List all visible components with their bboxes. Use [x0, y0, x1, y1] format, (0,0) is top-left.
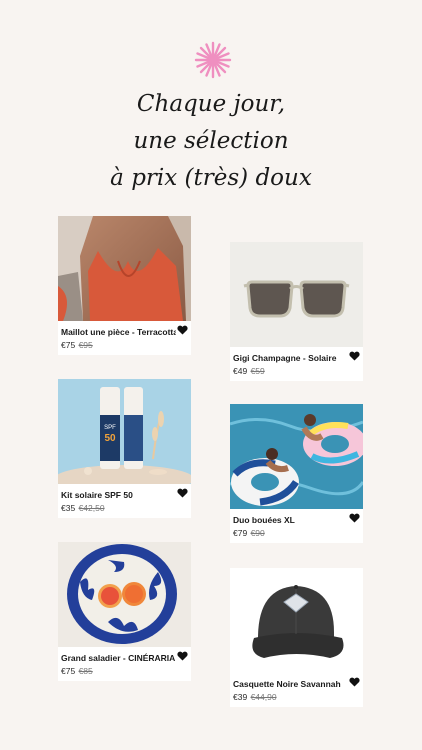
product-price: €79 €90: [233, 527, 360, 539]
current-price: €49: [233, 366, 248, 376]
brand-logo-icon: [193, 40, 233, 80]
current-price: €35: [61, 503, 76, 513]
current-price: €75: [61, 666, 76, 676]
product-info: Gigi Champagne - Solaire €49 €59: [230, 347, 363, 381]
heart-icon[interactable]: [349, 351, 360, 361]
product-card-pool-floats[interactable]: Duo bouées XL €79 €90: [230, 404, 363, 543]
product-info: Kit solaire SPF 50 €35 €42,50: [58, 484, 191, 518]
heart-icon[interactable]: [349, 677, 360, 687]
product-price: €49 €59: [233, 365, 360, 377]
current-price: €75: [61, 340, 76, 350]
product-name[interactable]: Kit solaire SPF 50: [61, 489, 176, 501]
salad-bowl-photo[interactable]: [58, 542, 191, 647]
headline-line-2: une sélection: [133, 128, 289, 154]
bottle-label-spf: SPF: [104, 425, 116, 431]
sunglasses-photo[interactable]: [230, 242, 363, 347]
black-cap-photo[interactable]: [230, 568, 363, 673]
product-card-black-cap[interactable]: Casquette Noire Savannah €39 €44,90: [230, 568, 363, 707]
product-info: Maillot une pièce - Terracotta €75 €95: [58, 321, 191, 355]
product-card-sunscreen[interactable]: SPF 50 Kit solaire SPF 50 €35 €42,50: [58, 379, 191, 518]
headline-line-1: Chaque jour,: [136, 91, 286, 117]
swimsuit-photo[interactable]: [58, 216, 191, 321]
original-price: €42,50: [78, 503, 105, 513]
heart-icon[interactable]: [177, 488, 188, 498]
product-card-swimsuit[interactable]: Maillot une pièce - Terracotta €75 €95: [58, 216, 191, 355]
product-price: €75 €85: [61, 665, 188, 677]
pool-floats-photo[interactable]: [230, 404, 363, 509]
current-price: €79: [233, 528, 248, 538]
product-name[interactable]: Maillot une pièce - Terracotta: [61, 326, 176, 338]
product-name[interactable]: Gigi Champagne - Solaire: [233, 352, 348, 364]
product-name[interactable]: Duo bouées XL: [233, 514, 348, 526]
sunscreen-photo[interactable]: SPF 50: [58, 379, 191, 484]
product-name[interactable]: Casquette Noire Savannah: [233, 678, 348, 690]
original-price: €90: [250, 528, 265, 538]
product-info: Casquette Noire Savannah €39 €44,90: [230, 673, 363, 707]
product-price: €75 €95: [61, 339, 188, 351]
original-price: €85: [78, 666, 93, 676]
page-headline: Chaque jour, une sélection à prix (très)…: [0, 86, 422, 197]
heart-icon[interactable]: [349, 513, 360, 523]
original-price: €59: [250, 366, 265, 376]
product-info: Grand saladier - CINÉRARIA €75 €85: [58, 647, 191, 681]
heart-icon[interactable]: [177, 325, 188, 335]
headline-line-3: à prix (très) doux: [110, 165, 312, 191]
current-price: €39: [233, 692, 248, 702]
product-price: €39 €44,90: [233, 691, 360, 703]
original-price: €95: [78, 340, 93, 350]
product-price: €35 €42,50: [61, 502, 188, 514]
product-card-salad-bowl[interactable]: Grand saladier - CINÉRARIA €75 €85: [58, 542, 191, 681]
original-price: €44,90: [250, 692, 277, 702]
product-name[interactable]: Grand saladier - CINÉRARIA: [61, 652, 176, 664]
heart-icon[interactable]: [177, 651, 188, 661]
bottle-label-50: 50: [104, 433, 116, 444]
product-info: Duo bouées XL €79 €90: [230, 509, 363, 543]
product-card-sunglasses[interactable]: Gigi Champagne - Solaire €49 €59: [230, 242, 363, 381]
